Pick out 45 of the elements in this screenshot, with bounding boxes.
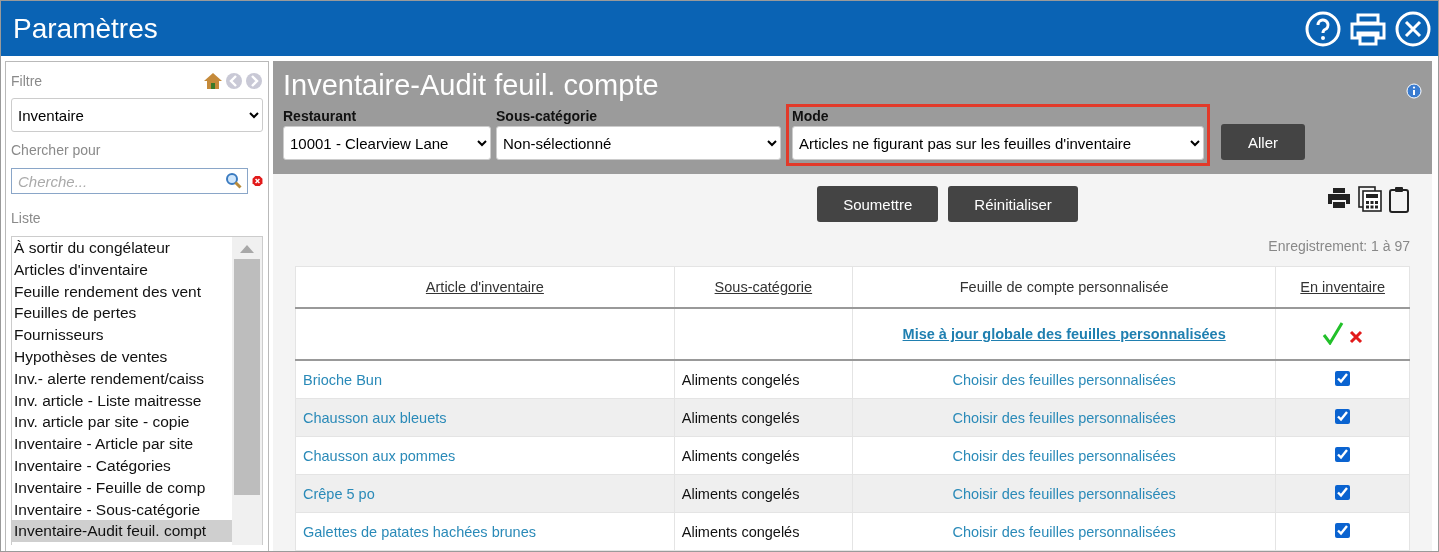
filter-label: Sous-catégorie <box>496 108 599 124</box>
window-title: Paramètres <box>13 12 158 45</box>
table-cell: Aliments congelés <box>674 398 853 437</box>
inventory-checkbox[interactable] <box>1335 408 1351 424</box>
uncheck-all-icon[interactable] <box>1347 328 1364 345</box>
list-item[interactable]: Inventaire-Audit feuil. compt <box>12 520 232 543</box>
filter-dropdown[interactable]: Non-sélectionné <box>496 126 781 160</box>
filter-label: Restaurant <box>283 108 358 124</box>
calculator-icon[interactable] <box>1358 186 1382 212</box>
item-link[interactable]: Chausson aux pommes <box>303 447 456 464</box>
reset-button[interactable]: Réinitialiser <box>948 186 1078 222</box>
search-field[interactable]: Cherche... <box>11 168 248 194</box>
table-cell: Aliments congelés <box>674 360 853 399</box>
search-label: Chercher pour <box>11 142 102 158</box>
go-button[interactable]: Aller <box>1221 124 1305 160</box>
item-link[interactable]: Brioche Bun <box>303 371 382 388</box>
filter-dropdown[interactable]: 10001 - Clearview Lane <box>283 126 491 160</box>
record-count: Enregistrement: 1 à 97 <box>1268 238 1410 254</box>
inventory-checkbox[interactable] <box>1335 484 1351 500</box>
inventory-checkbox[interactable] <box>1335 522 1351 538</box>
list-label: Liste <box>11 210 42 226</box>
clipboard-icon[interactable] <box>1388 186 1410 214</box>
column-header[interactable]: En inventaire <box>1275 266 1410 308</box>
filter-dropdown[interactable]: Articles ne figurant pas sur les feuilles d'inventaire <box>792 126 1204 160</box>
info-icon[interactable] <box>1406 83 1422 99</box>
table-cell: Aliments congelés <box>674 436 853 475</box>
table-cell: Aliments congelés <box>674 512 853 551</box>
close-icon[interactable] <box>1394 9 1432 48</box>
column-header[interactable]: Sous-catégorie <box>674 266 853 308</box>
column-header: Feuille de compte personnalisée <box>852 266 1276 308</box>
page-title: Inventaire-Audit feuil. compte <box>283 69 659 102</box>
home-icon[interactable] <box>203 72 223 90</box>
inventory-checkbox[interactable] <box>1335 370 1351 386</box>
help-icon[interactable] <box>1304 9 1342 48</box>
table-cell: Aliments congelés <box>674 474 853 513</box>
filter-label: Filtre <box>11 73 43 89</box>
filter-label: Mode <box>792 108 830 124</box>
search-icon[interactable] <box>225 172 242 189</box>
scrollbar[interactable] <box>232 237 262 545</box>
inventory-checkbox[interactable] <box>1335 446 1351 462</box>
filter-dropdown[interactable]: Inventaire <box>11 98 263 132</box>
print-icon[interactable] <box>1326 186 1352 210</box>
column-header[interactable]: Article d'inventaire <box>295 266 675 308</box>
submit-button[interactable]: Soumettre <box>817 186 939 222</box>
check-all-icon[interactable] <box>1321 320 1344 345</box>
